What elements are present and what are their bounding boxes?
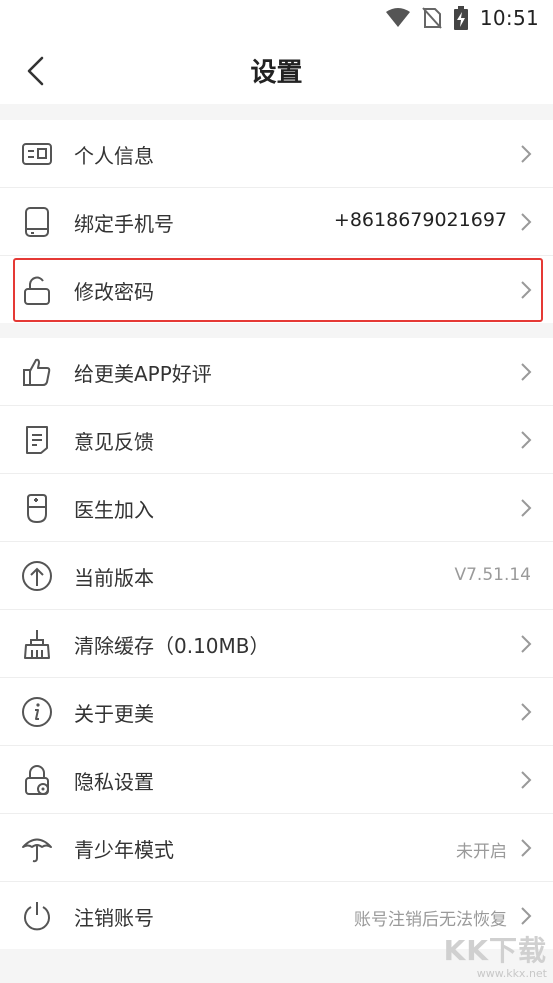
chevron-right-icon bbox=[521, 363, 532, 381]
privacy-lock-icon bbox=[25, 765, 49, 795]
status-icons: 10:51 bbox=[385, 6, 539, 30]
nav-bar: 设置 bbox=[0, 36, 553, 104]
chevron-right-icon bbox=[521, 499, 532, 517]
settings-row-change-password[interactable]: 修改密码 bbox=[0, 256, 553, 323]
row-label: 个人信息 bbox=[74, 144, 154, 168]
row-label: 修改密码 bbox=[74, 280, 154, 304]
umbrella-icon bbox=[22, 838, 52, 863]
chevron-right-icon bbox=[521, 635, 532, 653]
settings-group-general: 给更美APP好评 意见反馈 医生加入 当前版本 V7.51.14 清除缓存（0.… bbox=[0, 338, 553, 949]
row-label: 当前版本 bbox=[74, 566, 154, 590]
wifi-icon bbox=[385, 8, 410, 27]
chevron-right-icon bbox=[521, 703, 532, 721]
version-value: V7.51.14 bbox=[454, 565, 531, 585]
settings-row-privacy[interactable]: 隐私设置 bbox=[0, 746, 553, 814]
row-label: 清除缓存（0.10MB） bbox=[74, 634, 270, 658]
settings-row-teen-mode[interactable]: 青少年模式 未开启 bbox=[0, 814, 553, 882]
row-label: 隐私设置 bbox=[74, 770, 154, 794]
settings-row-bind-phone[interactable]: 绑定手机号 +8618679021697 bbox=[0, 188, 553, 256]
settings-row-clear-cache[interactable]: 清除缓存（0.10MB） bbox=[0, 610, 553, 678]
settings-row-personal-info[interactable]: 个人信息 bbox=[0, 120, 553, 188]
settings-row-about[interactable]: 关于更美 bbox=[0, 678, 553, 746]
row-label: 绑定手机号 bbox=[74, 212, 174, 236]
lock-icon bbox=[24, 276, 50, 305]
document-icon bbox=[26, 426, 48, 454]
phone-icon bbox=[25, 207, 49, 237]
chevron-right-icon bbox=[521, 281, 532, 299]
chevron-right-icon bbox=[521, 145, 532, 163]
row-label: 医生加入 bbox=[74, 498, 154, 522]
row-label: 青少年模式 bbox=[74, 838, 174, 862]
chevron-right-icon bbox=[521, 213, 532, 231]
settings-row-feedback[interactable]: 意见反馈 bbox=[0, 406, 553, 474]
broom-icon bbox=[24, 630, 50, 659]
doctor-icon bbox=[27, 494, 47, 524]
chevron-right-icon bbox=[521, 907, 532, 925]
watermark-url: www.kkx.net bbox=[476, 967, 547, 980]
chevron-right-icon bbox=[521, 839, 532, 857]
chevron-right-icon bbox=[521, 431, 532, 449]
status-time: 10:51 bbox=[479, 6, 539, 30]
phone-number-value: +8618679021697 bbox=[333, 209, 507, 231]
arrow-up-circle-icon bbox=[22, 561, 52, 591]
status-bar: 10:51 bbox=[0, 0, 553, 36]
delete-account-note: 账号注销后无法恢复 bbox=[354, 910, 507, 930]
settings-row-delete-account[interactable]: 注销账号 账号注销后无法恢复 bbox=[0, 882, 553, 949]
id-card-icon bbox=[22, 143, 52, 165]
settings-group-account: 个人信息 绑定手机号 +8618679021697 修改密码 bbox=[0, 120, 553, 323]
settings-row-current-version[interactable]: 当前版本 V7.51.14 bbox=[0, 542, 553, 610]
page-title: 设置 bbox=[250, 58, 303, 88]
row-label: 意见反馈 bbox=[74, 430, 154, 454]
thumbs-up-icon bbox=[23, 358, 51, 386]
row-label: 给更美APP好评 bbox=[74, 362, 212, 386]
settings-row-doctor-join[interactable]: 医生加入 bbox=[0, 474, 553, 542]
battery-charging-icon bbox=[453, 6, 468, 30]
chevron-right-icon bbox=[521, 771, 532, 789]
row-label: 注销账号 bbox=[74, 906, 154, 930]
teen-mode-status: 未开启 bbox=[456, 842, 507, 862]
info-icon bbox=[22, 697, 52, 727]
row-label: 关于更美 bbox=[74, 702, 154, 726]
power-icon bbox=[24, 902, 50, 931]
no-sim-icon bbox=[422, 7, 442, 29]
settings-row-rate-app[interactable]: 给更美APP好评 bbox=[0, 338, 553, 406]
